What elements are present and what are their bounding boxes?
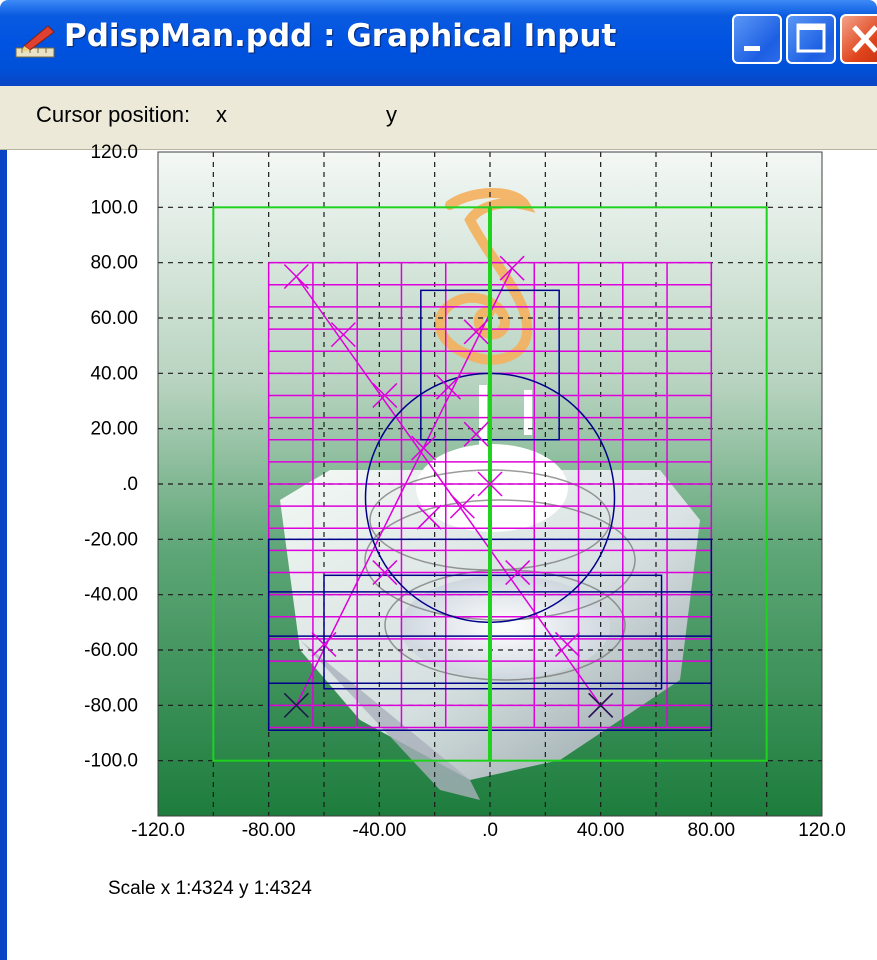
x-tick-label: -80.00 xyxy=(242,820,296,841)
background-stem xyxy=(479,385,487,445)
y-tick-label: -80.00 xyxy=(84,695,138,716)
application-window: PdispMan.pdd : Graphical Input Cursor po… xyxy=(0,0,877,960)
x-tick-label: -120.0 xyxy=(131,820,185,841)
y-tick-label: 80.00 xyxy=(90,253,138,274)
x-tick-label: -40.00 xyxy=(352,820,406,841)
scale-label: Scale x 1:4324 y 1:4324 xyxy=(108,878,312,899)
y-tick-label: 120.0 xyxy=(90,142,138,163)
x-tick-label: 120.0 xyxy=(798,820,846,841)
y-tick-label: 40.00 xyxy=(90,363,138,384)
x-tick-label: 40.00 xyxy=(577,820,625,841)
y-tick-label: 100.0 xyxy=(90,197,138,218)
y-tick-label: 60.00 xyxy=(90,308,138,329)
y-tick-label: .0 xyxy=(122,474,138,495)
plot-area[interactable] xyxy=(157,151,823,817)
graphical-input-canvas[interactable]: -120.0 -80.00 -40.00 .0 40.00 80.00 120.0 120.0… xyxy=(0,0,877,960)
y-tick-label: -40.00 xyxy=(84,585,138,606)
y-tick-label: 20.00 xyxy=(90,419,138,440)
y-tick-label: -100.0 xyxy=(84,751,138,772)
x-tick-label: 80.00 xyxy=(688,820,736,841)
y-tick-label: -60.00 xyxy=(84,640,138,661)
y-tick-label: -20.00 xyxy=(84,529,138,550)
x-tick-label: .0 xyxy=(482,820,498,841)
